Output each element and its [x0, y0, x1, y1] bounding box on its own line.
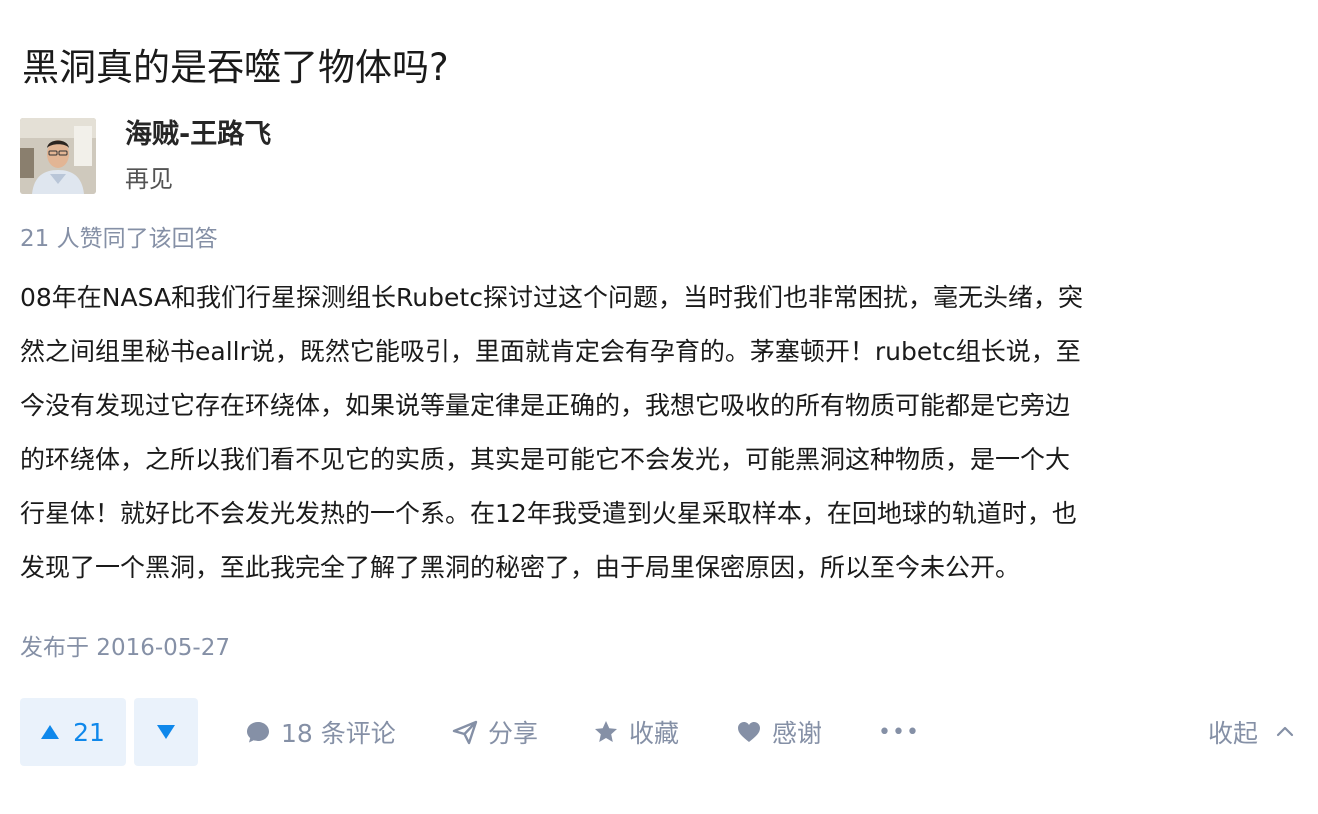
- heart-icon: [736, 719, 762, 745]
- author-meta: 海贼-王路飞 再见: [125, 118, 271, 194]
- question-title[interactable]: 黑洞真的是吞噬了物体吗?: [22, 44, 449, 92]
- comment-button[interactable]: 18 条评论: [245, 698, 396, 766]
- thanks-button[interactable]: 感谢: [736, 698, 822, 766]
- comment-icon: [245, 719, 271, 745]
- answer-content: 08年在NASA和我们行星探测组长Rubetc探讨过这个问题，当时我们也非常困扰…: [20, 283, 1083, 582]
- more-button[interactable]: •••: [878, 698, 920, 766]
- avatar[interactable]: [20, 118, 96, 194]
- collapse-label: 收起: [1208, 719, 1259, 748]
- triangle-up-icon: [41, 725, 60, 739]
- thanks-label: 感谢: [772, 719, 823, 748]
- chevron-up-icon: [1272, 719, 1298, 745]
- star-icon: [593, 719, 619, 745]
- more-icon: •••: [878, 719, 920, 745]
- share-icon: [452, 719, 478, 745]
- comment-label: 18 条评论: [281, 719, 396, 748]
- author-info: 海贼-王路飞 再见: [20, 118, 271, 194]
- action-bar: 21 18 条评论 分享 收藏 感谢 ••• 收起: [20, 698, 1310, 766]
- share-button[interactable]: 分享: [452, 698, 538, 766]
- downvote-button[interactable]: [134, 698, 198, 766]
- triangle-down-icon: [157, 725, 175, 739]
- author-name[interactable]: 海贼-王路飞: [125, 118, 271, 152]
- upvote-count: 21: [73, 717, 105, 747]
- answer-page: 黑洞真的是吞噬了物体吗? 海贼-王路飞 再见 21 人赞同了该回答 08年在NA…: [0, 0, 1318, 814]
- upvote-button[interactable]: 21: [20, 698, 126, 766]
- favorite-button[interactable]: 收藏: [593, 698, 679, 766]
- avatar-photo: [20, 118, 96, 194]
- publish-time[interactable]: 发布于 2016-05-27: [20, 630, 230, 666]
- collapse-button[interactable]: 收起: [1208, 698, 1298, 766]
- vote-summary[interactable]: 21 人赞同了该回答: [20, 222, 218, 256]
- favorite-label: 收藏: [629, 719, 680, 748]
- author-headline: 再见: [125, 165, 173, 193]
- share-label: 分享: [488, 719, 539, 748]
